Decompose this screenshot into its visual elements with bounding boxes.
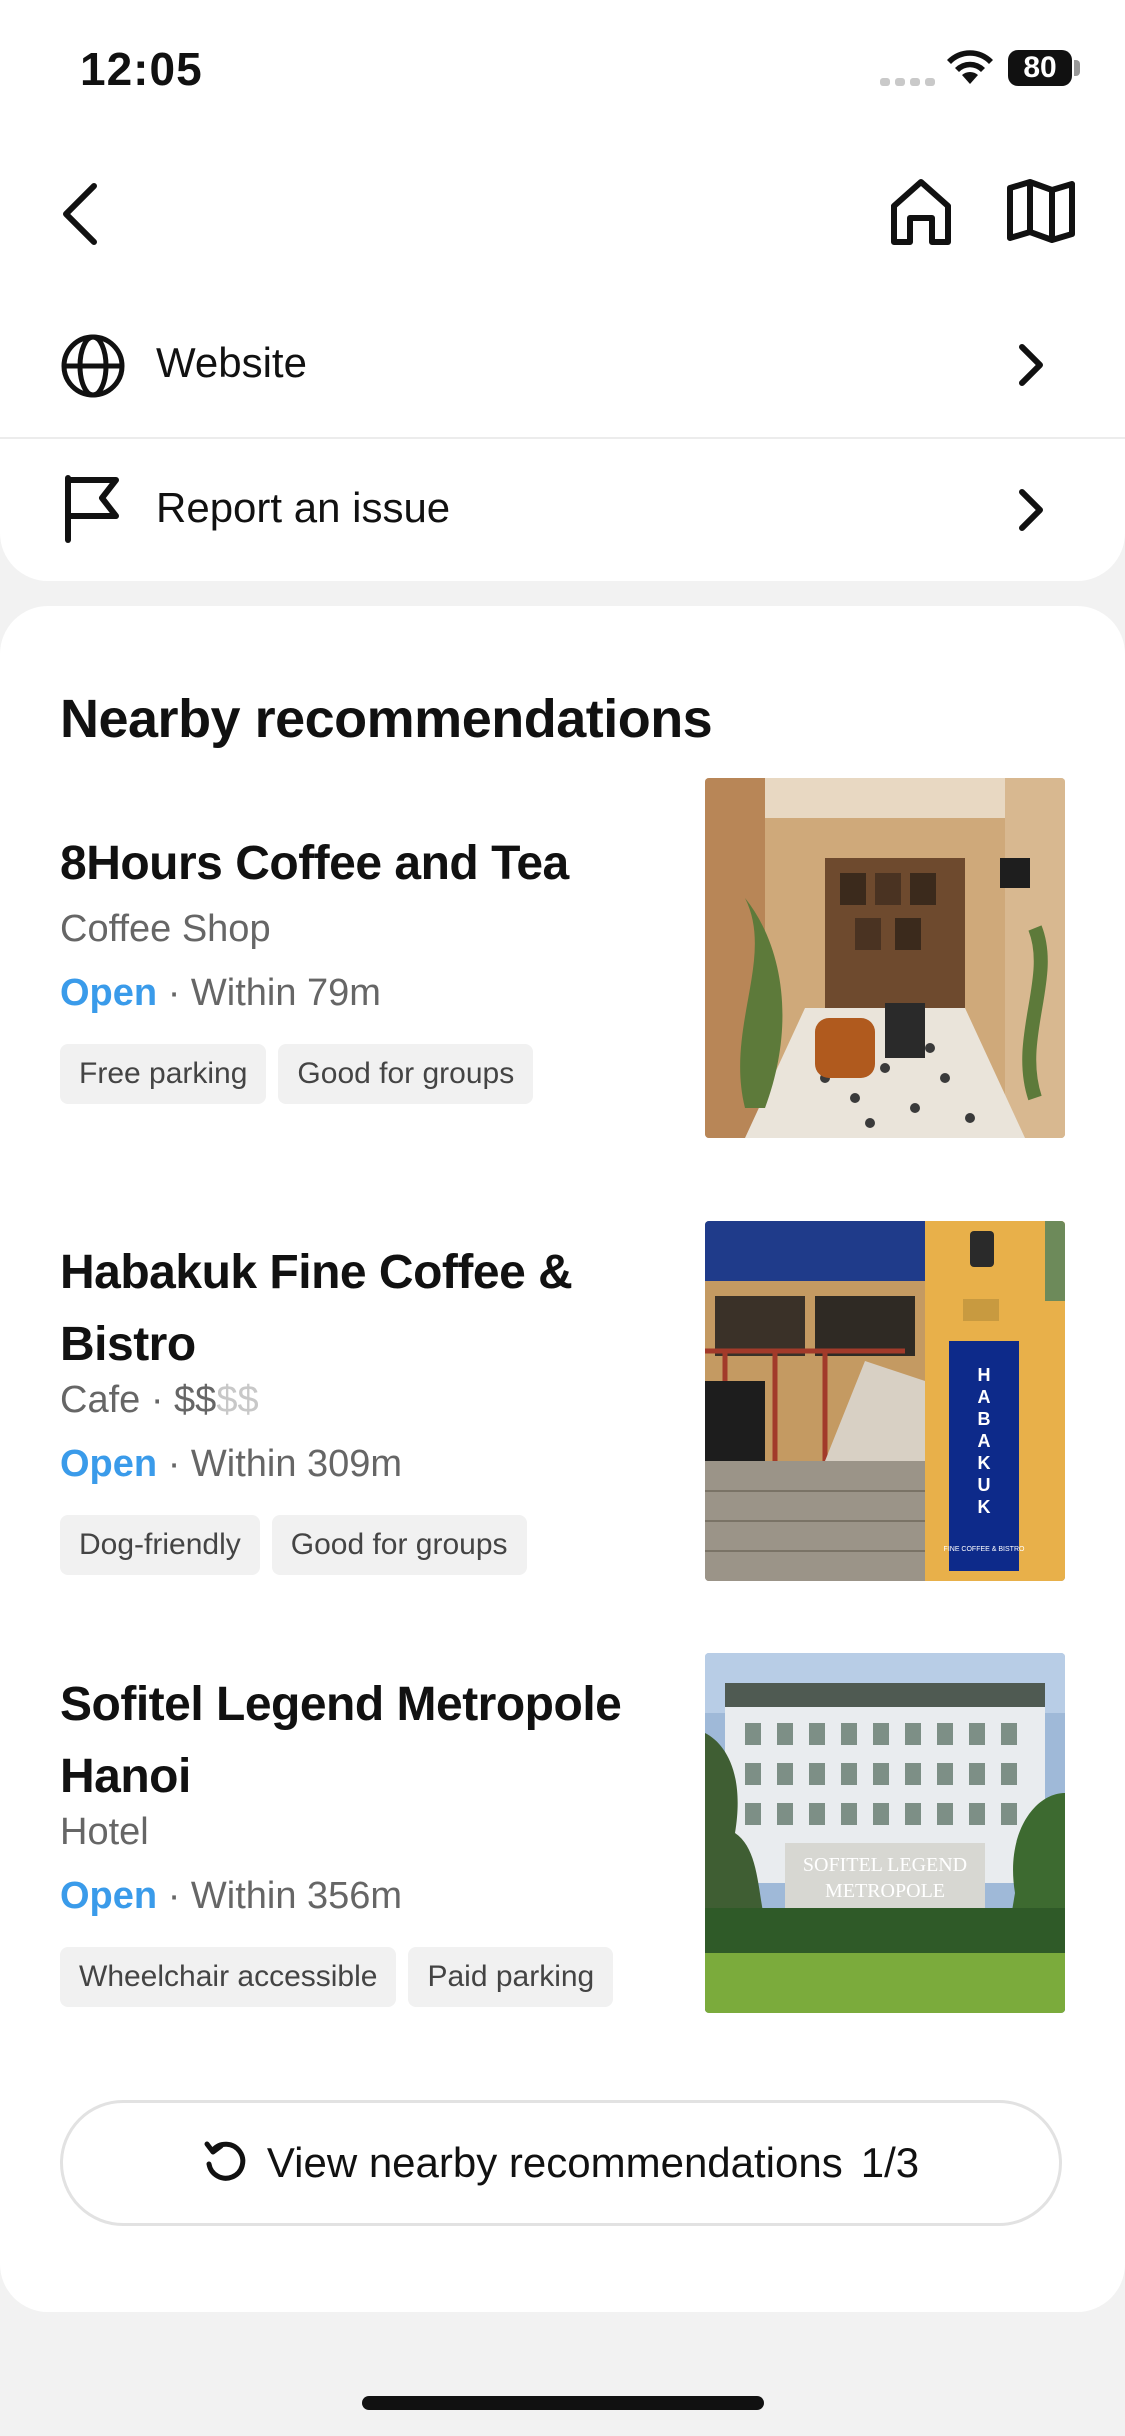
sign-subtext: FINE COFFEE & BISTRO bbox=[944, 1546, 1025, 1553]
tag: Good for groups bbox=[278, 1044, 534, 1104]
chevron-right-icon bbox=[1019, 344, 1043, 386]
map-icon[interactable] bbox=[1006, 178, 1076, 244]
cellular-signal-icon bbox=[880, 78, 935, 86]
sign-text: HABAKUK bbox=[978, 1365, 991, 1517]
top-card: 12:05 80 Website Report an issue bbox=[0, 0, 1125, 581]
open-status: Open bbox=[60, 972, 158, 1014]
tag-list: Wheelchair accessible Paid parking bbox=[60, 1947, 614, 2007]
sign-line-1: SOFITEL LEGEND bbox=[803, 1854, 967, 1876]
home-indicator[interactable] bbox=[362, 2396, 764, 2410]
chevron-right-icon bbox=[1019, 489, 1043, 531]
place-photo bbox=[705, 778, 1065, 1138]
view-more-label: View nearby recommendations bbox=[266, 2139, 843, 2186]
battery-level: 80 bbox=[1008, 50, 1072, 86]
place-status: Open · Within 356m bbox=[60, 1875, 402, 1918]
price-level-dim: $$ bbox=[216, 1379, 259, 1421]
wifi-icon bbox=[947, 50, 993, 84]
place-name: Habakuk Fine Coffee & Bistro bbox=[60, 1246, 573, 1371]
open-status: Open bbox=[60, 1875, 158, 1917]
view-more-button[interactable]: View nearby recommendations 1/3 bbox=[60, 2100, 1062, 2226]
chevron-left-icon[interactable] bbox=[56, 182, 106, 246]
tag: Dog-friendly bbox=[60, 1515, 260, 1575]
battery-cap bbox=[1074, 60, 1080, 76]
place-status: Open · Within 79m bbox=[60, 972, 381, 1015]
sign-line-2: METROPOLE bbox=[825, 1880, 945, 1902]
tag-list: Free parking Good for groups bbox=[60, 1044, 534, 1104]
hotel-facade-image: SOFITEL LEGEND METROPOLE bbox=[705, 1653, 1065, 2013]
website-row[interactable]: Website bbox=[0, 293, 1125, 437]
status-time: 12:05 bbox=[80, 43, 203, 95]
place-category: Hotel bbox=[60, 1811, 149, 1853]
refresh-icon bbox=[204, 2141, 246, 2181]
place-status: Open · Within 309m bbox=[60, 1443, 402, 1486]
tag: Good for groups bbox=[271, 1515, 527, 1575]
report-issue-label: Report an issue bbox=[156, 484, 451, 531]
status-bar: 12:05 80 bbox=[0, 0, 1125, 140]
nav-bar bbox=[0, 160, 1125, 270]
place-photo: HABAKUK FINE COFFEE & BISTRO bbox=[705, 1221, 1065, 1581]
home-icon[interactable] bbox=[888, 176, 954, 246]
globe-icon bbox=[61, 334, 125, 398]
category-label: Cafe · bbox=[60, 1379, 175, 1421]
price-level: $$ bbox=[174, 1379, 217, 1421]
tag-list: Dog-friendly Good for groups bbox=[60, 1515, 527, 1575]
tag: Free parking bbox=[60, 1044, 267, 1104]
flag-icon bbox=[65, 475, 119, 543]
recommendations-card: Nearby recommendations 8Hours Coffee and… bbox=[0, 606, 1125, 2312]
distance: · Within 309m bbox=[167, 1443, 403, 1485]
section-title: Nearby recommendations bbox=[60, 689, 713, 749]
tag: Wheelchair accessible bbox=[60, 1947, 397, 2007]
distance: · Within 356m bbox=[167, 1875, 403, 1917]
distance: · Within 79m bbox=[167, 972, 381, 1014]
place-name: Sofitel Legend Metropole Hanoi bbox=[60, 1678, 622, 1803]
place-category: Cafe · $$$$ bbox=[60, 1379, 259, 1422]
place-photo: SOFITEL LEGEND METROPOLE bbox=[705, 1653, 1065, 2013]
bistro-entrance-image: HABAKUK FINE COFFEE & BISTRO bbox=[705, 1221, 1065, 1581]
place-name: 8Hours Coffee and Tea bbox=[60, 837, 569, 890]
report-issue-row[interactable]: Report an issue bbox=[0, 438, 1125, 582]
open-status: Open bbox=[60, 1443, 158, 1485]
website-label: Website bbox=[156, 339, 307, 386]
tag: Paid parking bbox=[408, 1947, 614, 2007]
pagination: 1/3 bbox=[860, 2139, 920, 2186]
coffee-shop-interior-image bbox=[705, 778, 1065, 1138]
place-category: Coffee Shop bbox=[60, 908, 271, 950]
